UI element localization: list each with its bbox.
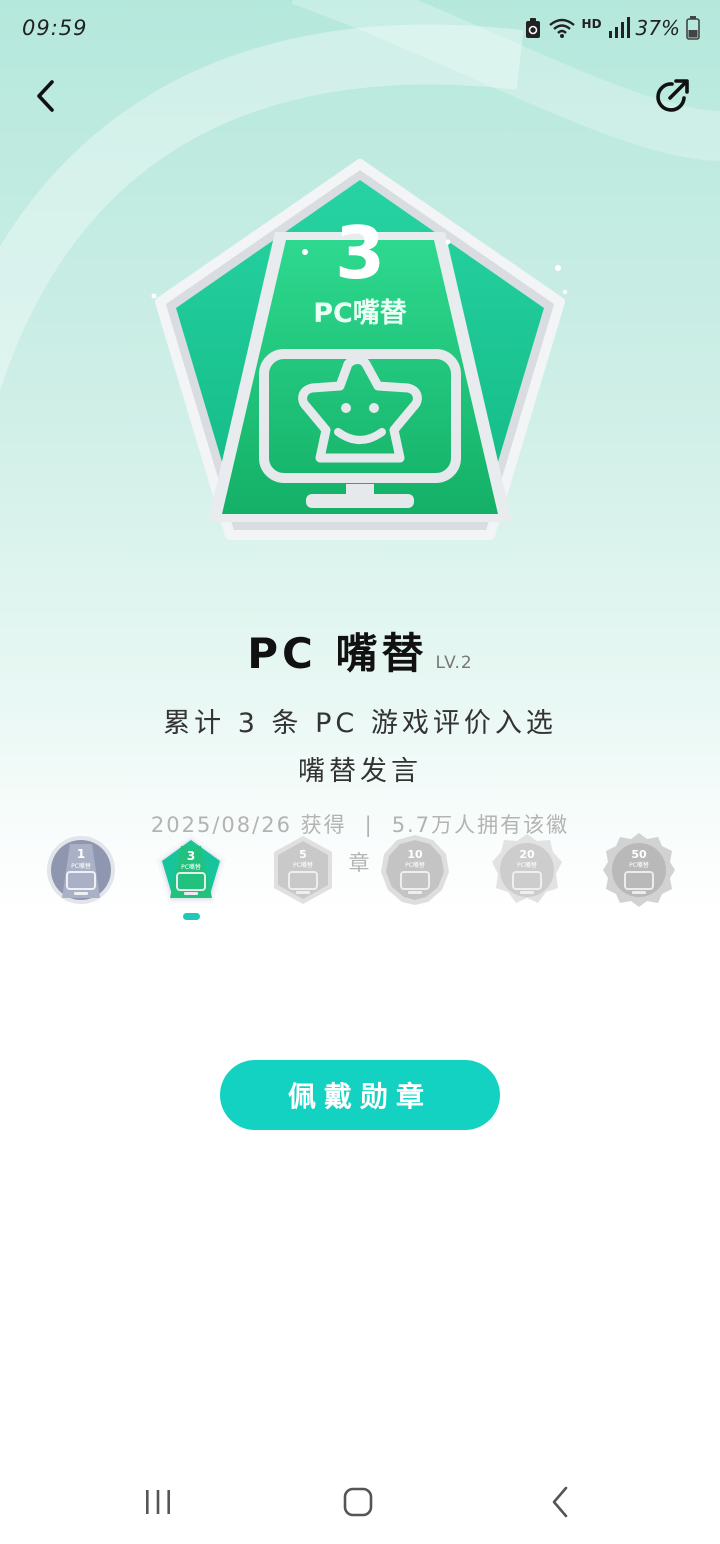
battery-icon bbox=[686, 16, 700, 40]
level-item-5[interactable]: 5 PC嘴替 bbox=[266, 832, 340, 908]
signal-icon bbox=[608, 17, 630, 38]
level-number: 10 bbox=[407, 848, 423, 861]
home-icon bbox=[343, 1487, 373, 1517]
level-number: 50 bbox=[631, 848, 647, 861]
nav-back-button[interactable] bbox=[530, 1478, 590, 1526]
recent-apps-icon bbox=[146, 1490, 170, 1514]
wear-badge-button[interactable]: 佩戴勋章 bbox=[220, 1060, 500, 1130]
recycle-icon bbox=[525, 18, 540, 38]
badge-name: PC 嘴替 bbox=[247, 629, 428, 678]
share-icon bbox=[656, 79, 689, 112]
battery-percent: 37% bbox=[635, 16, 680, 40]
level-label: PC嘴替 bbox=[181, 863, 201, 871]
level-number: 5 bbox=[299, 848, 307, 861]
network-label: HD bbox=[581, 17, 602, 31]
badge-level-number: 3 bbox=[335, 211, 385, 295]
badge-emblem-label: PC嘴替 bbox=[313, 298, 408, 329]
system-nav-bar bbox=[0, 1460, 720, 1544]
badge-level: LV.2 bbox=[435, 653, 473, 673]
level-label: PC嘴替 bbox=[293, 861, 313, 869]
badge-title-row: PC 嘴替 LV.2 bbox=[0, 620, 720, 681]
current-level-indicator bbox=[183, 913, 200, 920]
badge-description: 累计 3 条 PC 游戏评价入选嘴替发言 bbox=[163, 708, 557, 787]
level-number: 3 bbox=[187, 849, 195, 863]
home-button[interactable] bbox=[328, 1478, 388, 1526]
level-item-10[interactable]: 10 PC嘴替 bbox=[378, 832, 452, 908]
chevron-left-icon bbox=[37, 80, 54, 112]
level-label: PC嘴替 bbox=[71, 862, 91, 870]
level-item-1[interactable]: 1 PC嘴替 bbox=[44, 832, 118, 908]
status-time: 09:59 bbox=[22, 16, 88, 40]
wifi-icon bbox=[548, 18, 575, 38]
status-bar: 09:59 HD 37% bbox=[0, 0, 720, 58]
level-label: PC嘴替 bbox=[405, 861, 425, 869]
recent-apps-button[interactable] bbox=[128, 1478, 188, 1526]
back-button[interactable] bbox=[22, 72, 70, 120]
level-number: 1 bbox=[77, 847, 85, 861]
level-item-3[interactable]: 3 PC嘴替 bbox=[154, 832, 228, 908]
share-button[interactable] bbox=[648, 72, 696, 120]
level-number: 20 bbox=[519, 848, 535, 861]
badge-emblem: 3 PC嘴替 bbox=[151, 159, 567, 540]
level-item-50[interactable]: 50 PC嘴替 bbox=[602, 832, 676, 908]
level-item-20[interactable]: 20 PC嘴替 bbox=[490, 832, 564, 908]
back-icon bbox=[552, 1486, 568, 1518]
level-selector: 1 PC嘴替 3 PC嘴替 5 PC嘴替 10 PC嘴替 20 PC嘴替 50 … bbox=[40, 832, 700, 932]
level-label: PC嘴替 bbox=[517, 861, 537, 869]
level-label: PC嘴替 bbox=[629, 861, 649, 869]
